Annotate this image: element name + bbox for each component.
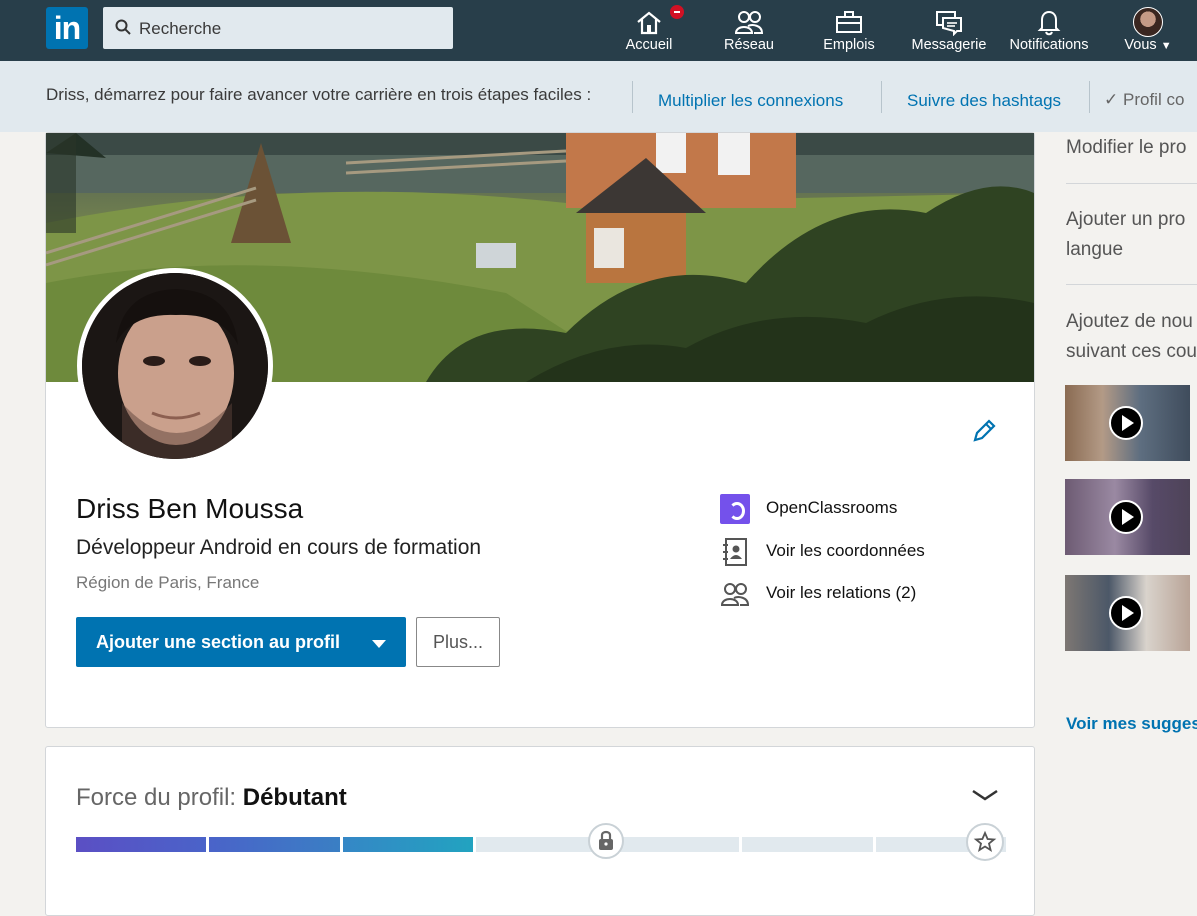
- search-input[interactable]: [137, 7, 441, 51]
- search-box[interactable]: [103, 7, 453, 51]
- notification-badge: [668, 3, 686, 21]
- messaging-icon: [936, 11, 962, 36]
- nav-label: Accueil: [625, 37, 673, 53]
- strength-segment: [609, 837, 740, 852]
- nav-home[interactable]: Accueil: [614, 0, 686, 61]
- course-suggest-text-2: suivant ces cou: [1066, 341, 1197, 362]
- contact-info-label: Voir les coordonnées: [766, 541, 925, 560]
- nav-messaging[interactable]: Messagerie: [906, 0, 992, 61]
- milestone-lock: [588, 823, 624, 859]
- profile-location: Région de Paris, France: [76, 573, 260, 592]
- caret-down-icon: ▼: [1160, 40, 1172, 52]
- add-language-text-2[interactable]: langue: [1066, 235, 1123, 265]
- onboarding-intro: Driss, démarrez pour faire avancer votre…: [46, 85, 592, 104]
- strength-segment: [742, 837, 873, 852]
- lock-icon: [599, 830, 613, 850]
- nav-notifications[interactable]: Notifications: [1004, 0, 1094, 61]
- strength-segment: [76, 837, 207, 852]
- search-icon: [115, 19, 131, 35]
- course-thumbnail[interactable]: [1065, 575, 1190, 651]
- strength-segment: [342, 837, 473, 852]
- openclassrooms-logo: [720, 494, 750, 524]
- grow-network-link[interactable]: Multiplier les connexions: [658, 91, 843, 111]
- profile-step[interactable]: ✓ Profil co: [1104, 90, 1184, 110]
- nav-label: Vous ▼: [1124, 37, 1172, 53]
- profile-photo[interactable]: [77, 268, 273, 464]
- home-icon: [637, 11, 661, 35]
- course-thumbnail[interactable]: [1065, 479, 1190, 555]
- nav-label: Messagerie: [911, 37, 987, 53]
- add-language-text-1[interactable]: Ajouter un pro: [1066, 205, 1185, 235]
- profile-strength-title: Force du profil: Débutant: [76, 784, 347, 811]
- divider: [1066, 183, 1197, 184]
- profile-portrait: [82, 273, 268, 459]
- contact-book-icon: [723, 538, 747, 566]
- play-icon: [1109, 500, 1143, 534]
- top-navigation: in Accueil Réseau Emplois Messagerie Not…: [0, 0, 1197, 61]
- nav-network[interactable]: Réseau: [714, 0, 784, 61]
- connections-label: Voir les relations (2): [766, 583, 917, 602]
- profile-strength-level: Débutant: [242, 784, 347, 811]
- briefcase-icon: [836, 11, 862, 33]
- linkedin-logo[interactable]: in: [46, 7, 88, 49]
- follow-hashtags-link[interactable]: Suivre des hashtags: [907, 91, 1061, 111]
- divider: [1089, 81, 1090, 113]
- nav-label: Réseau: [724, 37, 774, 53]
- profile-strength-card: Force du profil: Débutant: [45, 746, 1035, 916]
- school-name: OpenClassrooms: [766, 498, 898, 517]
- divider: [1066, 284, 1197, 285]
- play-icon: [1109, 406, 1143, 440]
- edit-pencil-icon[interactable]: [971, 418, 997, 444]
- edit-profile-link[interactable]: Modifier le pro: [1066, 133, 1186, 163]
- divider: [632, 81, 633, 113]
- profile-card: Driss Ben Moussa Développeur Android en …: [45, 132, 1035, 728]
- connections-icon: [720, 583, 750, 606]
- divider: [881, 81, 882, 113]
- bell-icon: [1037, 10, 1061, 36]
- strength-segment: [209, 837, 340, 852]
- profile-strength-meter: [76, 837, 1006, 852]
- avatar: [1133, 7, 1163, 37]
- nav-label: Emplois: [823, 37, 875, 53]
- star-icon: [973, 830, 997, 852]
- onboarding-strip: Driss, démarrez pour faire avancer votre…: [0, 61, 1197, 132]
- strength-segment: [475, 837, 607, 852]
- add-profile-section-button[interactable]: Ajouter une section au profil: [76, 617, 406, 667]
- milestone-star: [966, 823, 1004, 861]
- see-suggestions-link[interactable]: Voir mes suggest: [1066, 714, 1197, 734]
- nav-jobs[interactable]: Emplois: [812, 0, 886, 61]
- nav-me[interactable]: Vous ▼: [1114, 0, 1182, 61]
- play-icon: [1109, 596, 1143, 630]
- profile-headline: Développeur Android en cours de formatio…: [76, 536, 482, 559]
- network-icon: [734, 11, 764, 34]
- chevron-down-icon[interactable]: [971, 787, 999, 803]
- caret-down-icon: [372, 640, 386, 648]
- checkmark-icon: ✓: [1104, 90, 1119, 109]
- course-thumbnail[interactable]: [1065, 385, 1190, 461]
- profile-name: Driss Ben Moussa: [76, 493, 304, 524]
- nav-label: Notifications: [1009, 37, 1089, 53]
- course-suggest-text-1: Ajoutez de nou: [1066, 311, 1193, 332]
- more-button[interactable]: Plus...: [416, 617, 500, 667]
